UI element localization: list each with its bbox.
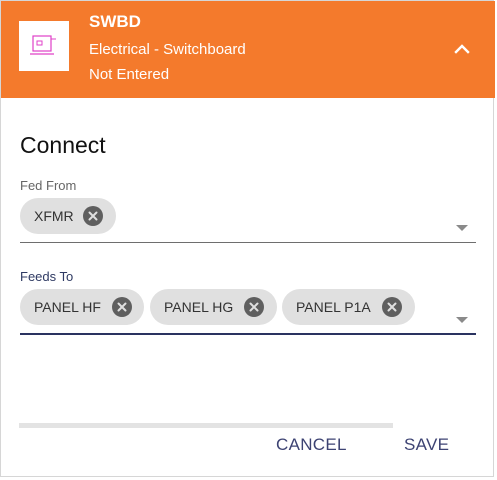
equipment-status: Not Entered <box>89 66 170 83</box>
close-circle-icon[interactable] <box>112 297 132 317</box>
cancel-button[interactable]: CANCEL <box>276 432 347 458</box>
chip-label: XFMR <box>34 208 74 224</box>
chip-label: PANEL HG <box>164 299 234 315</box>
collapse-button[interactable] <box>448 35 476 63</box>
chip-label: PANEL P1A <box>296 299 371 315</box>
save-button[interactable]: SAVE <box>404 432 449 458</box>
caret-down-icon[interactable] <box>456 225 468 231</box>
section-title: Connect <box>20 132 106 158</box>
feeds-to-label: Feeds To <box>20 269 74 284</box>
equipment-type: Electrical - Switchboard <box>89 41 246 58</box>
close-circle-icon[interactable] <box>382 297 402 317</box>
chip-fed-from[interactable]: XFMR <box>20 198 116 234</box>
equipment-title: SWBD <box>89 12 141 31</box>
chip-feeds-to[interactable]: PANEL P1A <box>282 289 415 325</box>
chip-feeds-to[interactable]: PANEL HF <box>20 289 144 325</box>
card-header: SWBD Electrical - Switchboard Not Entere… <box>1 1 495 98</box>
switchboard-icon <box>19 21 69 71</box>
chevron-up-icon <box>454 44 470 54</box>
fed-from-field[interactable]: XFMR <box>20 194 476 243</box>
caret-down-icon[interactable] <box>456 317 468 323</box>
chip-label: PANEL HF <box>34 299 101 315</box>
progress-track <box>19 423 393 428</box>
chip-feeds-to[interactable]: PANEL HG <box>150 289 277 325</box>
close-circle-icon[interactable] <box>83 206 103 226</box>
feeds-to-field[interactable]: PANEL HF PANEL HG PANEL P1A <box>20 285 476 335</box>
equipment-card: SWBD Electrical - Switchboard Not Entere… <box>0 0 495 477</box>
fed-from-label: Fed From <box>20 178 77 193</box>
close-circle-icon[interactable] <box>244 297 264 317</box>
